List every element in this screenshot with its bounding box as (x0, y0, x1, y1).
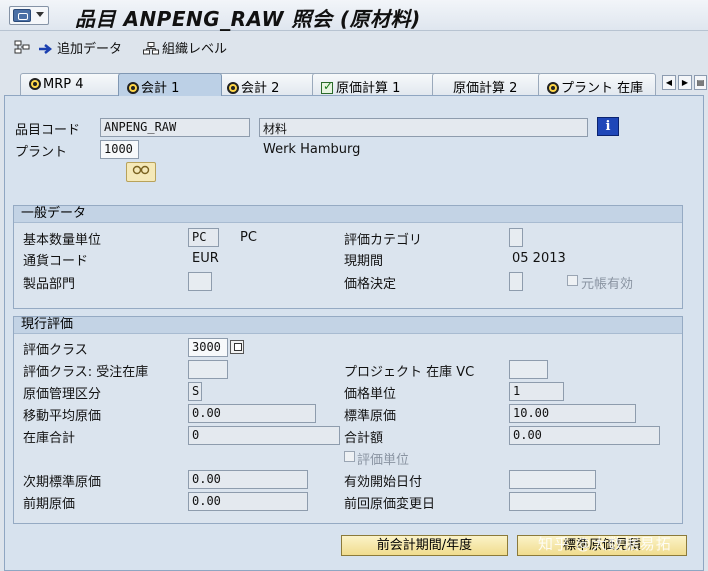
status-icon (127, 82, 139, 94)
price-control-label: 原価管理区分 (23, 387, 102, 402)
tab-strip: MRP 4 会計 1 会計 2 原価計算 1 原価計算 2 プラント 在庫 ◀ … (0, 73, 708, 96)
currency-label: 通貨コード (23, 254, 89, 269)
last-price-change-field[interactable] (509, 492, 596, 511)
valid-from-label: 有効開始日付 (344, 475, 423, 490)
tab-label: 原価計算 2 (453, 81, 518, 96)
ml-active-checkbox[interactable] (567, 275, 578, 286)
plant-field[interactable]: 1000 (100, 140, 139, 159)
vc-project-field[interactable] (509, 360, 548, 379)
material-label: 品目コード (15, 123, 81, 138)
vc-sales-order-label: 評価クラス: 受注在庫 (23, 365, 149, 380)
plant-description: Werk Hamburg (263, 142, 361, 157)
arrow-right-icon (38, 43, 54, 59)
price-unit-label: 価格単位 (344, 387, 397, 402)
current-period-value: 05 2013 (512, 251, 566, 266)
tab-mrp4[interactable]: MRP 4 (20, 73, 128, 95)
org-tree-icon (143, 42, 159, 59)
tab-label: 原価計算 1 (336, 81, 401, 96)
tab-plant-stock[interactable]: プラント 在庫 (538, 73, 656, 96)
future-price-field[interactable]: 0.00 (188, 470, 308, 489)
tab-label: 会計 1 (141, 81, 180, 96)
valuation-class-field[interactable]: 3000 (188, 338, 228, 357)
total-stock-label: 在庫合計 (23, 431, 76, 446)
base-uom-label: 基本数量単位 (23, 233, 102, 248)
dropdown-icon (36, 12, 44, 17)
status-icon (547, 82, 559, 94)
system-menu-button[interactable] (9, 6, 49, 25)
ml-active-label: 元帳有効 (581, 277, 634, 292)
add-data-button[interactable]: 追加データ (38, 38, 122, 59)
check-icon (321, 79, 333, 94)
standard-price-label: 標準原価 (344, 409, 397, 424)
base-uom-field[interactable]: PC (188, 228, 219, 247)
tab-accounting1[interactable]: 会計 1 (118, 73, 222, 96)
prev-period-button[interactable]: 前会計期間/年度 (341, 535, 508, 556)
tab-scroll-right-button[interactable]: ▶ (678, 75, 692, 90)
tab-label: 会計 2 (241, 81, 280, 96)
info-icon: i (605, 119, 611, 134)
price-unit-field[interactable]: 1 (509, 382, 564, 401)
sap-menu-icon (13, 9, 31, 22)
page-title: 品目 ANPENG_RAW 照会 (原材料) (75, 7, 421, 31)
total-stock-field[interactable]: 0 (188, 426, 340, 445)
valuation-category-label: 評価カテゴリ (344, 233, 423, 248)
division-field[interactable] (188, 272, 212, 291)
price-control-field[interactable]: S (188, 382, 202, 401)
glasses-icon (132, 165, 150, 178)
org-levels-button[interactable]: 組織レベル (143, 38, 227, 59)
material-field[interactable]: ANPENG_RAW (100, 118, 250, 137)
total-value-field[interactable]: 0.00 (509, 426, 660, 445)
plant-label: プラント (15, 145, 68, 160)
info-button[interactable]: i (597, 117, 619, 136)
tab-list-button[interactable]: ▤ (694, 75, 707, 90)
valuation-category-field[interactable] (509, 228, 523, 247)
status-icon (29, 78, 41, 90)
tab-costing2[interactable]: 原価計算 2 (432, 73, 542, 96)
application-toolbar: 追加データ 組織レベル (0, 32, 708, 62)
vc-sales-order-field[interactable] (188, 360, 228, 379)
valuated-unit-label: 評価単位 (357, 453, 410, 468)
group-title: 一般データ (14, 206, 682, 223)
total-value-label: 合計額 (344, 431, 384, 446)
tab-label: プラント 在庫 (561, 81, 644, 96)
current-period-label: 現期間 (344, 254, 384, 269)
group-title: 現行評価 (14, 317, 682, 334)
title-bar: 品目 ANPENG_RAW 照会 (原材料) (0, 0, 708, 31)
status-icon (227, 82, 239, 94)
price-determination-label: 価格決定 (344, 277, 397, 292)
tab-label: MRP 4 (43, 77, 84, 92)
valuation-class-label: 評価クラス (23, 343, 88, 358)
vc-project-label: プロジェクト 在庫 VC (344, 365, 475, 380)
price-determination-field[interactable] (509, 272, 523, 291)
last-price-change-label: 前回原価変更日 (344, 497, 436, 512)
material-description-field[interactable]: 材料 (259, 118, 588, 137)
base-uom-text: PC (240, 230, 257, 245)
previous-price-label: 前期原価 (23, 497, 76, 512)
moving-price-label: 移動平均原価 (23, 409, 102, 424)
valid-from-field[interactable] (509, 470, 596, 489)
tab-scroll-left-button[interactable]: ◀ (662, 75, 676, 90)
moving-price-field[interactable]: 0.00 (188, 404, 316, 423)
tab-accounting2[interactable]: 会計 2 (218, 73, 318, 96)
add-data-label: 追加データ (57, 42, 123, 57)
previous-price-field[interactable]: 0.00 (188, 492, 308, 511)
search-help-icon[interactable] (230, 340, 244, 354)
currency-value: EUR (192, 251, 219, 266)
division-label: 製品部門 (23, 277, 76, 292)
hierarchy-icon[interactable] (14, 40, 30, 54)
tab-costing1[interactable]: 原価計算 1 (312, 73, 438, 96)
future-price-label: 次期標準原価 (23, 475, 102, 490)
display-toggle-button[interactable] (126, 162, 156, 182)
org-levels-label: 組織レベル (162, 42, 228, 57)
standard-price-field[interactable]: 10.00 (509, 404, 636, 423)
valuated-unit-checkbox[interactable] (344, 451, 355, 462)
watermark: 知乎 @大数据易拓 (538, 535, 672, 553)
